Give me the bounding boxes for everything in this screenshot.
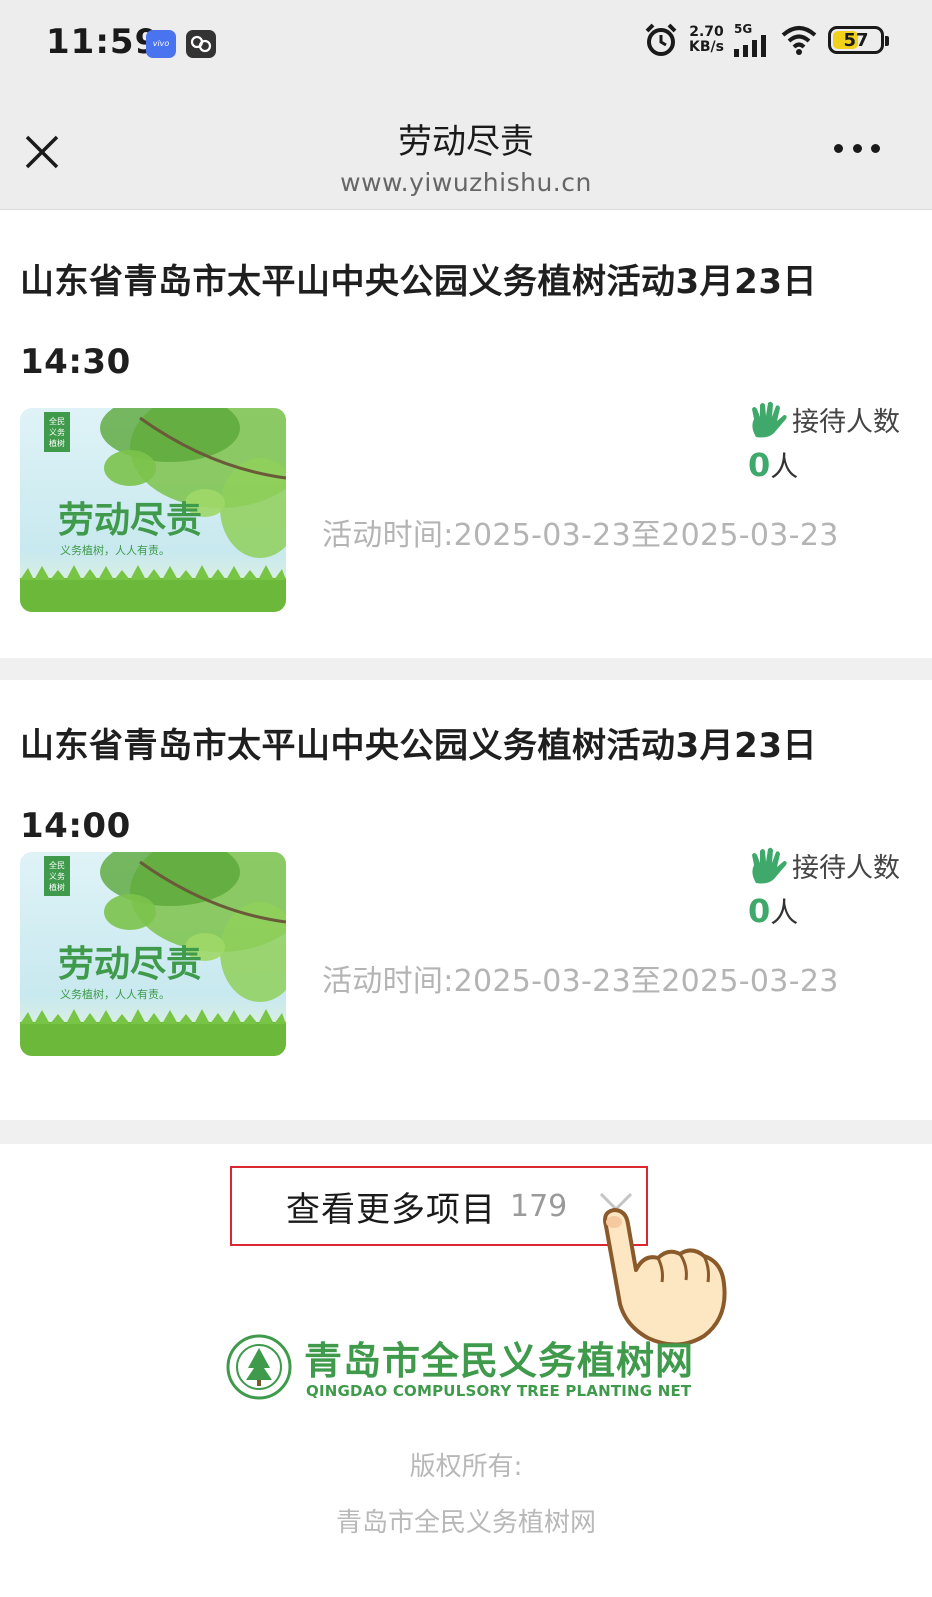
hand-icon [752, 847, 787, 883]
more-icon[interactable] [834, 144, 880, 156]
site-logo: 青岛市全民义务植树网 QINGDAO COMPULSORY TREE PLANT… [226, 1330, 706, 1410]
hand-icon [752, 401, 787, 437]
alarm-icon [645, 23, 677, 56]
card-divider [0, 658, 932, 680]
vivo-app-icon: vivo [146, 30, 176, 58]
card-divider [0, 1120, 932, 1144]
svg-text:义务植树，人人有责。: 义务植树，人人有责。 [60, 987, 170, 1001]
reception-count: 0人 [748, 446, 799, 484]
pointing-hand-icon [603, 1208, 727, 1347]
svg-text:义务: 义务 [49, 871, 65, 881]
svg-text:植树: 植树 [49, 882, 65, 892]
nav-bar: 劳动尽责 www.yiwuzhishu.cn [0, 92, 932, 210]
page-url: www.yiwuzhishu.cn [340, 168, 592, 197]
svg-text:义务植树，人人有责。: 义务植树，人人有责。 [60, 543, 170, 557]
project-count: 179 [510, 1188, 568, 1224]
logo-title: 青岛市全民义务植树网 [304, 1339, 695, 1383]
svg-text:劳动尽责: 劳动尽责 [58, 499, 202, 541]
wifi-icon [781, 26, 817, 55]
activity-title[interactable]: 山东省青岛市太平山中央公园义务植树活动3月23日 14:00 [20, 706, 900, 866]
activity-time: 活动时间:2025-03-23至2025-03-23 [322, 518, 839, 553]
page-title: 劳动尽责 [398, 122, 534, 162]
net-speed: 2.70 KB/s [689, 24, 724, 55]
battery-level: 57 [843, 29, 869, 51]
copyright-owner: 青岛市全民义务植树网 [335, 1508, 596, 1538]
svg-text:全民: 全民 [49, 416, 65, 426]
svg-text:劳动尽责: 劳动尽责 [58, 943, 202, 985]
view-more-label: 查看更多项目 [286, 1189, 496, 1230]
reception-count: 0人 [748, 892, 799, 930]
reception-label: 接待人数 [792, 407, 900, 438]
cloud-app-icon [186, 30, 216, 58]
copyright-label: 版权所有: [409, 1452, 523, 1482]
activity-card[interactable]: 山东省青岛市太平山中央公园义务植树活动3月23日 14:00 全民 义务 植树 … [0, 680, 932, 1120]
activity-thumbnail[interactable]: 全民 义务 植树 劳动尽责 义务植树，人人有责。 [20, 408, 286, 612]
svg-text:义务: 义务 [49, 427, 65, 437]
logo-subtitle: QINGDAO COMPULSORY TREE PLANTING NET [306, 1382, 692, 1400]
reception-stat: 接待人数 0人 [748, 400, 900, 485]
battery-icon: 57 [828, 26, 889, 54]
status-bar: 11:59 vivo 2.70 KB/s 5G 57 [0, 0, 932, 92]
signal-icon: 5G [734, 23, 770, 57]
network-type: 5G [734, 22, 753, 36]
svg-text:全民: 全民 [49, 860, 65, 870]
reception-stat: 接待人数 0人 [748, 846, 900, 931]
svg-text:植树: 植树 [49, 438, 65, 448]
emblem-icon [226, 1334, 292, 1400]
activity-time: 活动时间:2025-03-23至2025-03-23 [322, 964, 839, 999]
activity-card[interactable]: 山东省青岛市太平山中央公园义务植树活动3月23日 14:30 全民 义务 植树 … [0, 212, 932, 658]
activity-thumbnail[interactable]: 全民 义务 植树 劳动尽责 义务植树，人人有责。 [20, 852, 286, 1056]
status-time: 11:59 [46, 22, 160, 62]
reception-label: 接待人数 [792, 853, 900, 884]
activity-title[interactable]: 山东省青岛市太平山中央公园义务植树活动3月23日 14:30 [20, 242, 900, 402]
view-more-button[interactable]: 查看更多项目 179 [230, 1166, 648, 1246]
